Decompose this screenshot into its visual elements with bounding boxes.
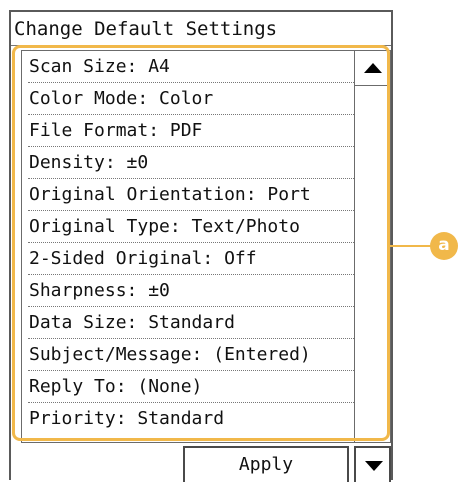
setting-data-size[interactable]: Data Size: Standard (22, 307, 354, 339)
setting-label: Density: ±0 (29, 152, 149, 173)
setting-2-sided-original[interactable]: 2-Sided Original: Off (22, 243, 354, 275)
apply-button[interactable]: Apply (183, 446, 349, 482)
setting-subject-message[interactable]: Subject/Message: (Entered) (22, 339, 354, 371)
setting-sharpness[interactable]: Sharpness: ±0 (22, 275, 354, 307)
setting-label: Original Orientation: Port (29, 184, 311, 205)
setting-reply-to[interactable]: Reply To: (None) (22, 371, 354, 403)
scroll-up-button[interactable] (355, 51, 390, 86)
setting-original-orientation[interactable]: Original Orientation: Port (22, 179, 354, 211)
settings-list: Scan Size: A4 Color Mode: Color File For… (21, 50, 359, 443)
setting-label: 2-Sided Original: Off (29, 248, 257, 269)
setting-label: Reply To: (None) (29, 376, 203, 397)
setting-label: Original Type: Text/Photo (29, 216, 300, 237)
setting-color-mode[interactable]: Color Mode: Color (22, 83, 354, 115)
scroll-down-button[interactable] (354, 446, 391, 482)
triangle-up-icon (364, 63, 382, 73)
setting-label: File Format: PDF (29, 120, 203, 141)
setting-priority[interactable]: Priority: Standard (22, 403, 354, 435)
setting-original-type[interactable]: Original Type: Text/Photo (22, 211, 354, 243)
window-title: Change Default Settings (11, 12, 391, 46)
setting-label: Priority: Standard (29, 408, 225, 429)
setting-label: Subject/Message: (Entered) (29, 344, 311, 365)
scrollbar[interactable] (354, 50, 391, 443)
setting-scan-size[interactable]: Scan Size: A4 (22, 51, 354, 83)
settings-panel: Change Default Settings Scan Size: A4 Co… (9, 10, 393, 482)
setting-label: Sharpness: ±0 (29, 280, 170, 301)
setting-label: Color Mode: Color (29, 88, 214, 109)
callout-leader-line (390, 245, 432, 247)
setting-density[interactable]: Density: ±0 (22, 147, 354, 179)
setting-file-format[interactable]: File Format: PDF (22, 115, 354, 147)
setting-label: Data Size: Standard (29, 312, 235, 333)
triangle-down-icon (365, 461, 383, 471)
callout-badge: a (430, 232, 458, 260)
setting-label: Scan Size: A4 (29, 56, 170, 77)
